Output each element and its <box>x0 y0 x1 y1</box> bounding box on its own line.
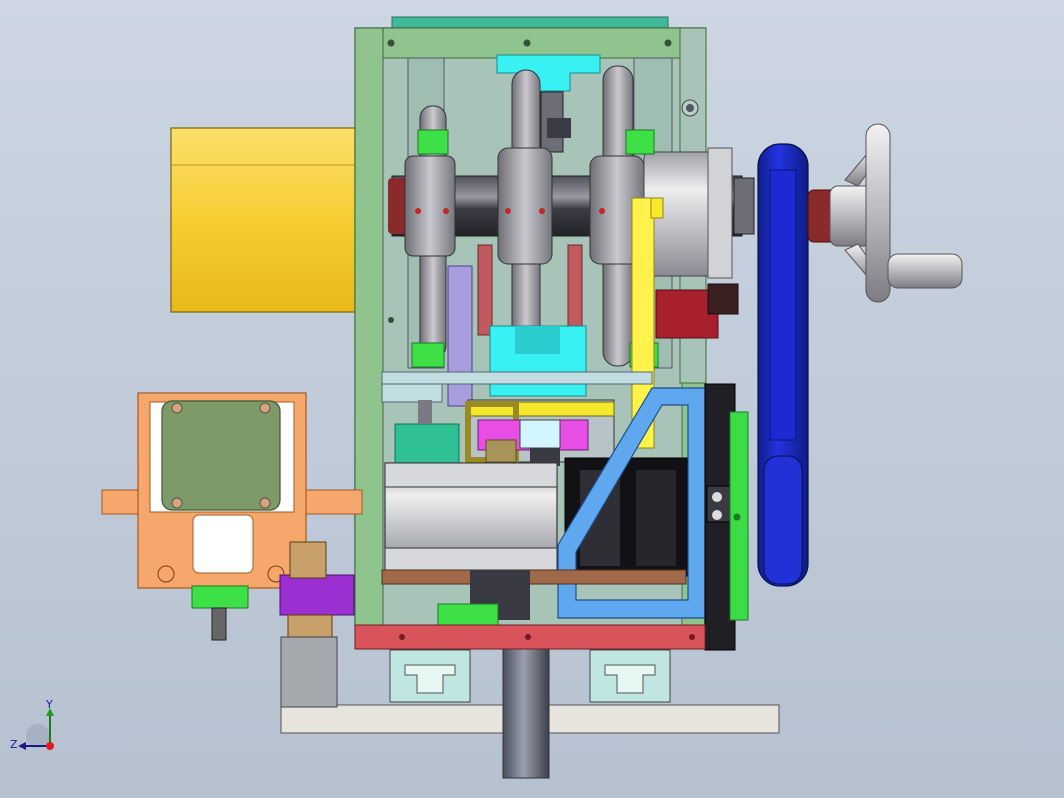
lower-left-column <box>280 636 338 708</box>
triad-z-label: Z <box>10 738 18 751</box>
timing-belt[interactable] <box>757 143 809 587</box>
pneumatic-cylinder[interactable] <box>384 462 558 572</box>
triad-y-label: Y <box>45 700 53 711</box>
green-bracket-1 <box>411 342 445 368</box>
purple-clamp[interactable] <box>279 574 355 616</box>
linear-guide-block-left[interactable] <box>389 649 471 703</box>
lower-brown-plate[interactable] <box>381 569 687 585</box>
linear-guide-block-right[interactable] <box>589 649 671 703</box>
handwheel[interactable] <box>807 123 963 303</box>
sensor-block[interactable] <box>394 423 460 467</box>
stepper-motor[interactable] <box>161 400 281 511</box>
coordinate-triad-icon: Y Z <box>10 700 54 751</box>
lavender-link[interactable] <box>447 265 473 407</box>
vertical-guide-rod[interactable] <box>502 647 550 779</box>
pushrod-left[interactable] <box>477 244 493 336</box>
drive-motor[interactable] <box>170 127 357 313</box>
cad-viewport[interactable] <box>0 0 1064 798</box>
